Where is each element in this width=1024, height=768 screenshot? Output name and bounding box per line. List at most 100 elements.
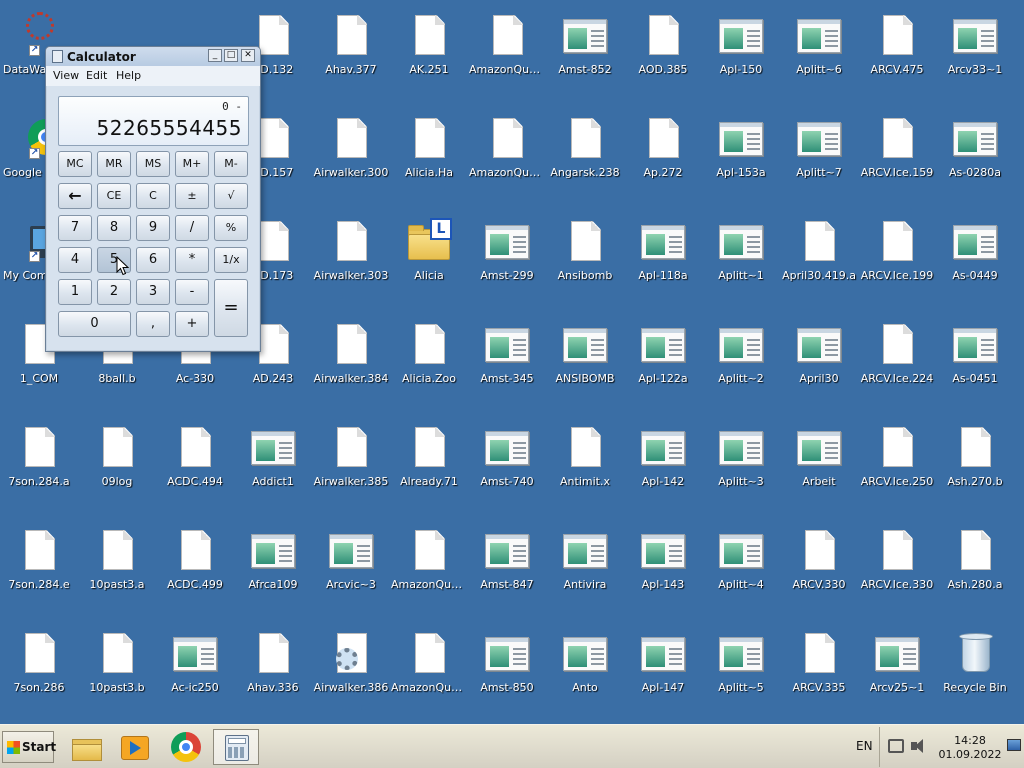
desktop-icon[interactable]: Amst-740 xyxy=(468,416,546,490)
desktop-icon[interactable]: ARCV.Ice.250 xyxy=(858,416,936,490)
desktop-icon[interactable]: Ash.280.a xyxy=(936,519,1014,593)
desktop-icon[interactable]: ARCV.335 xyxy=(780,622,858,696)
decimal-button[interactable]: , xyxy=(136,311,170,337)
digit-9-button[interactable]: 9 xyxy=(136,215,170,241)
volume-icon[interactable] xyxy=(911,739,927,753)
desktop-icon[interactable]: Aplitt~4 xyxy=(702,519,780,593)
memory-clear-button[interactable]: MC xyxy=(58,151,92,177)
desktop-icon[interactable]: Arcv33~1 xyxy=(936,4,1014,78)
desktop-icon[interactable]: AmazonQue... xyxy=(390,622,468,696)
taskbar-media-player[interactable] xyxy=(112,729,158,765)
divide-button[interactable]: / xyxy=(175,215,209,241)
desktop-icon[interactable]: Ash.270.b xyxy=(936,416,1014,490)
desktop-icon[interactable]: 10past3.b xyxy=(78,622,156,696)
desktop-icon[interactable]: ARCV.475 xyxy=(858,4,936,78)
digit-1-button[interactable]: 1 xyxy=(58,279,92,305)
desktop-icon[interactable]: AOD.385 xyxy=(624,4,702,78)
menu-edit[interactable]: Edit xyxy=(86,69,107,82)
equals-button[interactable]: = xyxy=(214,279,248,337)
digit-5-button[interactable]: 5 xyxy=(97,247,131,273)
desktop-icon[interactable]: Aplitt~5 xyxy=(702,622,780,696)
menu-view[interactable]: View xyxy=(53,69,79,82)
desktop-icon[interactable]: Apl-150 xyxy=(702,4,780,78)
negate-button[interactable]: ± xyxy=(175,183,209,209)
desktop-icon[interactable]: Addict1 xyxy=(234,416,312,490)
percent-button[interactable]: % xyxy=(214,215,248,241)
desktop-icon[interactable]: Airwalker.386 xyxy=(312,622,390,696)
calculator-window[interactable]: Calculator _ □ ✕ View Edit Help 0 - 5226… xyxy=(45,46,261,352)
desktop-icon[interactable]: Ansibomb xyxy=(546,210,624,284)
digit-4-button[interactable]: 4 xyxy=(58,247,92,273)
desktop-icon[interactable]: AmazonQue... xyxy=(468,107,546,181)
memory-store-button[interactable]: MS xyxy=(136,151,170,177)
desktop-icon[interactable]: As-0451 xyxy=(936,313,1014,387)
desktop-icon[interactable]: Alicia.Zoo xyxy=(390,313,468,387)
start-button[interactable]: Start xyxy=(2,731,56,763)
desktop-icon[interactable]: Apl-143 xyxy=(624,519,702,593)
desktop-icon[interactable]: ARCV.Ice.330 xyxy=(858,519,936,593)
desktop-icon[interactable]: As xyxy=(1014,622,1024,696)
clock[interactable]: 14:28 01.09.2022 xyxy=(935,734,1005,762)
desktop-icon[interactable]: ANSIBOMB xyxy=(546,313,624,387)
desktop-icon[interactable]: ARCV.330 xyxy=(780,519,858,593)
memory-recall-button[interactable]: MR xyxy=(97,151,131,177)
desktop-icon[interactable]: L Alicia xyxy=(390,210,468,284)
desktop-icon[interactable]: Antivira xyxy=(546,519,624,593)
desktop-icon[interactable]: Aplitt~3 xyxy=(702,416,780,490)
desktop-icon[interactable]: Anto xyxy=(546,622,624,696)
desktop-icon[interactable]: Recycle Bin xyxy=(936,622,1014,696)
desktop-icon[interactable]: Amst-850 xyxy=(468,622,546,696)
menu-help[interactable]: Help xyxy=(116,69,141,82)
desktop-icon[interactable]: Ahav.377 xyxy=(312,4,390,78)
desktop-icon[interactable]: Arcv25~1 xyxy=(858,622,936,696)
desktop-icon[interactable]: ARCV.Ice.159 xyxy=(858,107,936,181)
desktop-icon[interactable]: Amst-345 xyxy=(468,313,546,387)
add-button[interactable]: + xyxy=(175,311,209,337)
desktop-icon[interactable]: Aplitt~2 xyxy=(702,313,780,387)
desktop-icon[interactable]: Apl-118a xyxy=(624,210,702,284)
desktop-icon[interactable]: Arcvic~3 xyxy=(312,519,390,593)
language-indicator[interactable]: EN xyxy=(856,739,873,753)
desktop-icon[interactable]: ACDC.494 xyxy=(156,416,234,490)
desktop-icon[interactable]: Already.71 xyxy=(390,416,468,490)
desktop-icon[interactable]: Ac-ic250 xyxy=(156,622,234,696)
desktop-icon[interactable]: Airwalker.300 xyxy=(312,107,390,181)
clear-entry-button[interactable]: CE xyxy=(97,183,131,209)
desktop-icon[interactable]: Apl-147 xyxy=(624,622,702,696)
clear-button[interactable]: C xyxy=(136,183,170,209)
desktop-icon[interactable]: Alicia.Ha xyxy=(390,107,468,181)
desktop-icon[interactable]: ARCV.Ice.199 xyxy=(858,210,936,284)
desktop-icon[interactable]: April30 xyxy=(780,313,858,387)
desktop-icon[interactable]: 09log xyxy=(78,416,156,490)
desktop-icon[interactable]: Apl-122a xyxy=(624,313,702,387)
desktop-icon[interactable]: Amst-299 xyxy=(468,210,546,284)
multiply-button[interactable]: * xyxy=(175,247,209,273)
desktop-icon[interactable]: Aplitt~6 xyxy=(780,4,858,78)
memory-subtract-button[interactable]: M- xyxy=(214,151,248,177)
memory-add-button[interactable]: M+ xyxy=(175,151,209,177)
digit-6-button[interactable]: 6 xyxy=(136,247,170,273)
desktop-icon[interactable]: Airwalker.385 xyxy=(312,416,390,490)
desktop-icon[interactable]: AK.251 xyxy=(390,4,468,78)
desktop-icon[interactable]: 7son.286 xyxy=(0,622,78,696)
desktop-icon[interactable]: Apl-153a xyxy=(702,107,780,181)
desktop-icon[interactable]: April30.419.a xyxy=(780,210,858,284)
desktop-icon[interactable]: Airwalker.384 xyxy=(312,313,390,387)
reciprocal-button[interactable]: 1/x xyxy=(214,247,248,273)
digit-8-button[interactable]: 8 xyxy=(97,215,131,241)
desktop-icon[interactable]: Airwalker.303 xyxy=(312,210,390,284)
desktop-icon[interactable]: Arbeit xyxy=(780,416,858,490)
desktop-icon[interactable]: ACDC.499 xyxy=(156,519,234,593)
backspace-button[interactable]: ← xyxy=(58,183,92,209)
desktop-icon[interactable]: Ahav.336 xyxy=(234,622,312,696)
desktop-icon[interactable]: Antimit.x xyxy=(546,416,624,490)
desktop-icon[interactable]: As-0449 xyxy=(936,210,1014,284)
minimize-button[interactable]: _ xyxy=(208,49,222,62)
maximize-button[interactable]: □ xyxy=(224,49,238,62)
subtract-button[interactable]: - xyxy=(175,279,209,305)
square-root-button[interactable]: √ xyxy=(214,183,248,209)
desktop-icon[interactable]: AmazonQue... xyxy=(390,519,468,593)
close-button[interactable]: ✕ xyxy=(241,49,255,62)
desktop-icon[interactable]: Ap.272 xyxy=(624,107,702,181)
desktop-icon[interactable]: Amst-847 xyxy=(468,519,546,593)
